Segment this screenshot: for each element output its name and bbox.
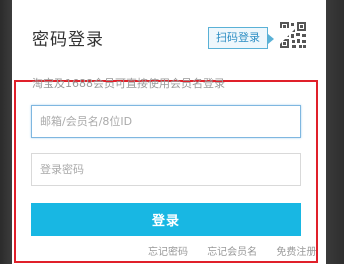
login-panel: 密码登录 扫码登录 淘宝及1688会员可直接使用会员名登录 登录 忘记密码 忘记…	[12, 0, 326, 264]
background-right-edge	[326, 0, 344, 264]
background-left-edge	[0, 0, 12, 264]
qr-login-tip[interactable]: 扫码登录	[208, 27, 274, 49]
forgot-password-link[interactable]: 忘记密码	[148, 247, 188, 258]
account-input[interactable]	[31, 105, 301, 138]
login-button[interactable]: 登录	[31, 203, 301, 236]
qr-corner-fold	[274, 28, 296, 50]
register-link[interactable]: 免费注册	[276, 247, 316, 258]
page-title: 密码登录	[32, 30, 104, 50]
login-hint-text: 淘宝及1688会员可直接使用会员名登录	[32, 77, 225, 90]
forgot-username-link[interactable]: 忘记会员名	[207, 247, 257, 258]
password-input[interactable]	[31, 153, 301, 186]
footer-links: 忘记密码 忘记会员名 免费注册	[148, 243, 316, 258]
